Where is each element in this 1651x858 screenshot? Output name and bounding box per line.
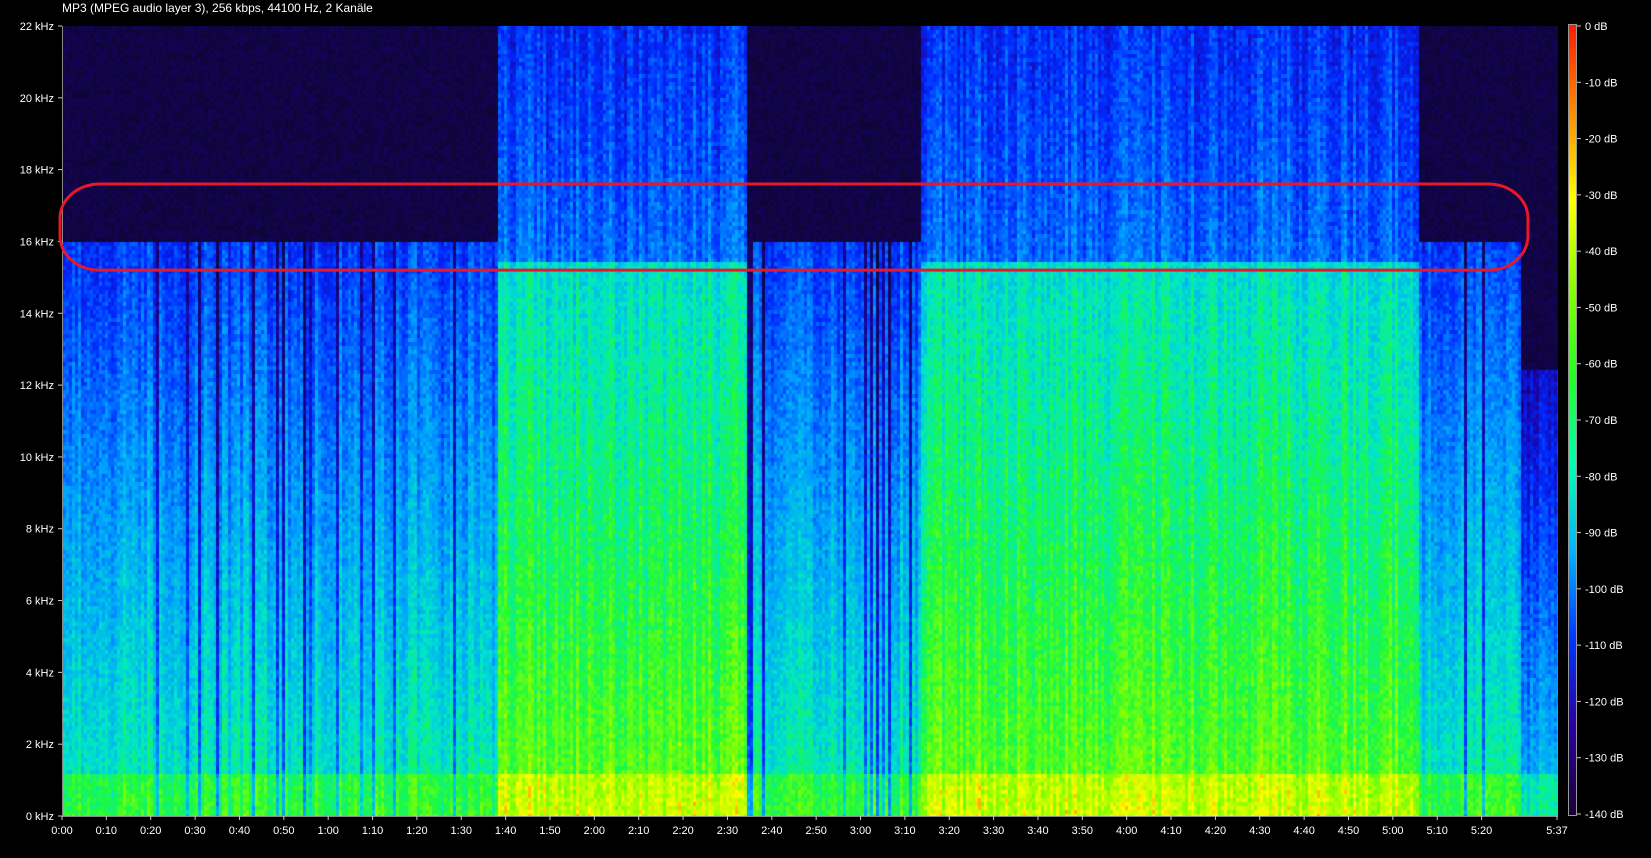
colorbar-tick-label: -70 dB: [1585, 415, 1617, 427]
colorbar-tick-label: 0 dB: [1585, 21, 1608, 33]
y-tick-label: 16 kHz: [20, 236, 54, 248]
x-tick-label: 5:00: [1382, 825, 1403, 837]
x-tick-label: 1:50: [539, 825, 560, 837]
x-tick-label: 3:30: [983, 825, 1004, 837]
x-tick-label: 5:20: [1471, 825, 1492, 837]
colorbar-tick-label: -50 dB: [1585, 302, 1617, 314]
x-tick-label: 3:10: [894, 825, 915, 837]
x-tick-label: 4:40: [1293, 825, 1314, 837]
x-tick-label: 1:30: [451, 825, 472, 837]
x-tick-label: 2:00: [584, 825, 605, 837]
colorbar-tick-label: -100 dB: [1585, 584, 1624, 596]
colorbar-tick-label: -30 dB: [1585, 190, 1617, 202]
y-tick-label: 10 kHz: [20, 452, 54, 464]
colorbar-tick-label: -90 dB: [1585, 528, 1617, 540]
x-tick-label: 0:30: [184, 825, 205, 837]
x-tick-label: 2:40: [761, 825, 782, 837]
y-tick-label: 20 kHz: [20, 93, 54, 105]
colorbar-tick-label: -120 dB: [1585, 696, 1624, 708]
y-tick-label: 4 kHz: [26, 667, 54, 679]
x-tick-label: 4:10: [1160, 825, 1181, 837]
x-tick-label: 3:00: [850, 825, 871, 837]
x-tick-label: 2:30: [717, 825, 738, 837]
y-tick-label: 2 kHz: [26, 739, 54, 751]
x-tick-label: 1:20: [406, 825, 427, 837]
annotation-ellipse: [58, 182, 1530, 272]
colorbar-tick-label: -20 dB: [1585, 134, 1617, 146]
colorbar-tick-label: -140 dB: [1585, 809, 1624, 821]
y-tick-label: 0 kHz: [26, 811, 54, 823]
x-tick-label: 0:00: [51, 825, 72, 837]
y-tick-label: 14 kHz: [20, 308, 54, 320]
colorbar-tick-label: -130 dB: [1585, 753, 1624, 765]
x-tick-label: 0:50: [273, 825, 294, 837]
chart-axes: 0 kHz 2 kHz 4 kHz 6 kHz 8 kHz 10 kHz 12 kHz 14 …: [20, 21, 1624, 837]
x-tick-label: 5:37: [1546, 825, 1567, 837]
x-tick-label: 3:20: [939, 825, 960, 837]
colorbar-tick-label: -40 dB: [1585, 246, 1617, 258]
y-tick-label: 6 kHz: [26, 596, 54, 608]
x-tick-label: 0:10: [96, 825, 117, 837]
y-tick-label: 8 kHz: [26, 524, 54, 536]
colorbar-tick-label: -110 dB: [1585, 640, 1623, 652]
x-tick-label: 2:10: [628, 825, 649, 837]
x-tick-label: 4:30: [1249, 825, 1270, 837]
colorbar-tick-label: -60 dB: [1585, 359, 1617, 371]
x-tick-label: 1:40: [495, 825, 516, 837]
x-tick-label: 3:50: [1072, 825, 1093, 837]
y-tick-label: 22 kHz: [20, 21, 54, 33]
x-tick-label: 5:10: [1427, 825, 1448, 837]
x-tick-label: 0:20: [140, 825, 161, 837]
y-tick-label: 12 kHz: [20, 380, 54, 392]
colorbar-tick-label: -80 dB: [1585, 471, 1617, 483]
x-tick-label: 4:00: [1116, 825, 1137, 837]
colorbar-tick-label: -10 dB: [1585, 77, 1617, 89]
x-tick-label: 2:50: [805, 825, 826, 837]
y-tick-label: 18 kHz: [20, 165, 54, 177]
x-tick-label: 1:00: [317, 825, 338, 837]
x-tick-label: 3:40: [1027, 825, 1048, 837]
x-tick-label: 1:10: [362, 825, 383, 837]
x-tick-label: 2:20: [672, 825, 693, 837]
x-tick-label: 4:50: [1338, 825, 1359, 837]
x-tick-label: 0:40: [229, 825, 250, 837]
x-tick-label: 4:20: [1205, 825, 1226, 837]
